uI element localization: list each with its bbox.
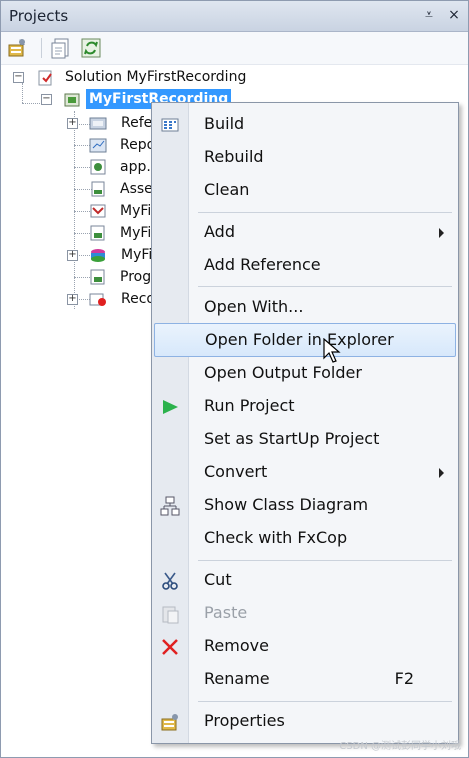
menu-item-shortcut: F2 (394, 669, 414, 688)
references-icon (89, 115, 107, 131)
properties-icon (160, 712, 180, 732)
build-icon (160, 115, 180, 135)
config-file-icon (89, 159, 106, 175)
menu-item-build[interactable]: Build (154, 108, 454, 140)
recordings-folder-icon (89, 291, 106, 307)
menu-item-label: Add (204, 222, 235, 241)
context-menu: Build Rebuild Clean Add Add Reference Op… (151, 102, 459, 744)
menu-item-label: Convert (204, 462, 268, 481)
tree-node-program[interactable]: Prog (89, 267, 159, 287)
close-icon[interactable]: × (444, 5, 464, 25)
menu-item-label: Open Output Folder (204, 363, 362, 382)
tree-label: Asse (120, 181, 153, 197)
panel-titlebar: Projects ⩡ × (1, 1, 468, 32)
menu-item-cut[interactable]: Cut (154, 564, 454, 596)
mouse-cursor-icon (323, 338, 341, 363)
tree-node-recording-file[interactable]: MyFi (89, 201, 159, 221)
expand-toggle[interactable]: + (67, 294, 78, 305)
tree-label: Repo (120, 137, 156, 153)
submenu-arrow-icon (439, 228, 444, 238)
menu-item-label: Cut (204, 570, 232, 589)
tree-label: Refe (121, 115, 153, 131)
panel-title: Projects (9, 7, 69, 25)
menu-item-label: Open With... (204, 297, 304, 316)
run-icon (160, 397, 180, 417)
toolbar-separator (41, 38, 42, 58)
tree-label: Prog (120, 269, 152, 285)
watermark: CSDN @测试彭同学小刘哦 (339, 741, 461, 752)
expand-toggle[interactable]: + (67, 250, 78, 261)
collapse-toggle[interactable]: − (41, 94, 52, 105)
recording-file-icon (89, 203, 106, 219)
tree-label: MyFi (120, 225, 152, 241)
panel-toolbar (1, 32, 468, 65)
menu-item-open-output-folder[interactable]: Open Output Folder (154, 357, 454, 389)
menu-item-label: Paste (204, 603, 248, 622)
tree-node-app-config[interactable]: app.c (89, 157, 159, 177)
menu-separator (198, 286, 452, 287)
menu-item-clean[interactable]: Clean (154, 174, 454, 206)
menu-item-run-project[interactable]: Run Project (154, 390, 454, 422)
properties-icon[interactable] (5, 36, 29, 60)
menu-separator (198, 560, 452, 561)
menu-item-paste[interactable]: Paste (154, 597, 454, 629)
report-icon (89, 137, 107, 153)
class-diagram-icon (160, 496, 180, 516)
menu-item-label: Open Folder in Explorer (205, 330, 394, 349)
solution-icon (37, 69, 53, 86)
tree-label: Reco (121, 291, 155, 307)
code-file-icon (89, 225, 105, 241)
menu-item-check-fxcop[interactable]: Check with FxCop (154, 522, 454, 554)
menu-item-label: Clean (204, 180, 250, 199)
menu-item-add-reference[interactable]: Add Reference (154, 249, 454, 281)
tree-node-solution[interactable]: − Solution MyFirstRecording (13, 67, 273, 87)
tree-node-code-file[interactable]: MyFi (89, 223, 159, 243)
menu-separator (198, 701, 452, 702)
code-file-icon (89, 269, 105, 285)
tree-node-assembly-info[interactable]: Asse (89, 179, 159, 199)
menu-item-label: Build (204, 114, 245, 133)
paste-icon (160, 604, 180, 624)
tree-node-repository[interactable]: + MyFi (67, 245, 157, 265)
menu-item-open-folder-in-explorer[interactable]: Open Folder in Explorer (154, 323, 456, 357)
remove-icon (160, 637, 180, 657)
show-all-files-icon[interactable] (49, 36, 73, 60)
menu-item-label: Properties (204, 711, 285, 730)
menu-item-label: Rename (204, 669, 270, 688)
tree-node-report[interactable]: Repo (89, 135, 159, 155)
project-icon (63, 91, 80, 107)
menu-item-label: Run Project (204, 396, 295, 415)
tree-label: MyFi (120, 203, 152, 219)
assembly-info-icon (89, 181, 105, 197)
menu-item-set-startup[interactable]: Set as StartUp Project (154, 423, 454, 455)
menu-separator (198, 212, 452, 213)
pin-icon[interactable]: ⩡ (419, 5, 439, 25)
cut-icon (160, 571, 180, 591)
menu-item-label: Rebuild (204, 147, 264, 166)
menu-item-label: Add Reference (204, 255, 321, 274)
menu-item-label: Check with FxCop (204, 528, 348, 547)
menu-item-label: Show Class Diagram (204, 495, 369, 514)
menu-item-convert[interactable]: Convert (154, 456, 454, 488)
tree-label: MyFi (121, 247, 153, 263)
menu-item-label: Set as StartUp Project (204, 429, 380, 448)
menu-item-label: Remove (204, 636, 269, 655)
menu-item-add[interactable]: Add (154, 216, 454, 248)
tree-node-recordings[interactable]: + Reco (67, 289, 157, 309)
menu-item-remove[interactable]: Remove (154, 630, 454, 662)
refresh-icon[interactable] (79, 36, 103, 60)
tree-node-references[interactable]: + Refe (67, 113, 157, 133)
menu-item-properties[interactable]: Properties (154, 705, 454, 737)
submenu-arrow-icon (439, 468, 444, 478)
collapse-toggle[interactable]: − (13, 72, 24, 83)
tree-label: Solution MyFirstRecording (65, 69, 247, 85)
menu-item-open-with[interactable]: Open With... (154, 291, 454, 323)
menu-item-rebuild[interactable]: Rebuild (154, 141, 454, 173)
expand-toggle[interactable]: + (67, 118, 78, 129)
repository-icon (89, 247, 105, 263)
menu-item-show-class-diagram[interactable]: Show Class Diagram (154, 489, 454, 521)
menu-item-rename[interactable]: Rename F2 (154, 663, 454, 695)
